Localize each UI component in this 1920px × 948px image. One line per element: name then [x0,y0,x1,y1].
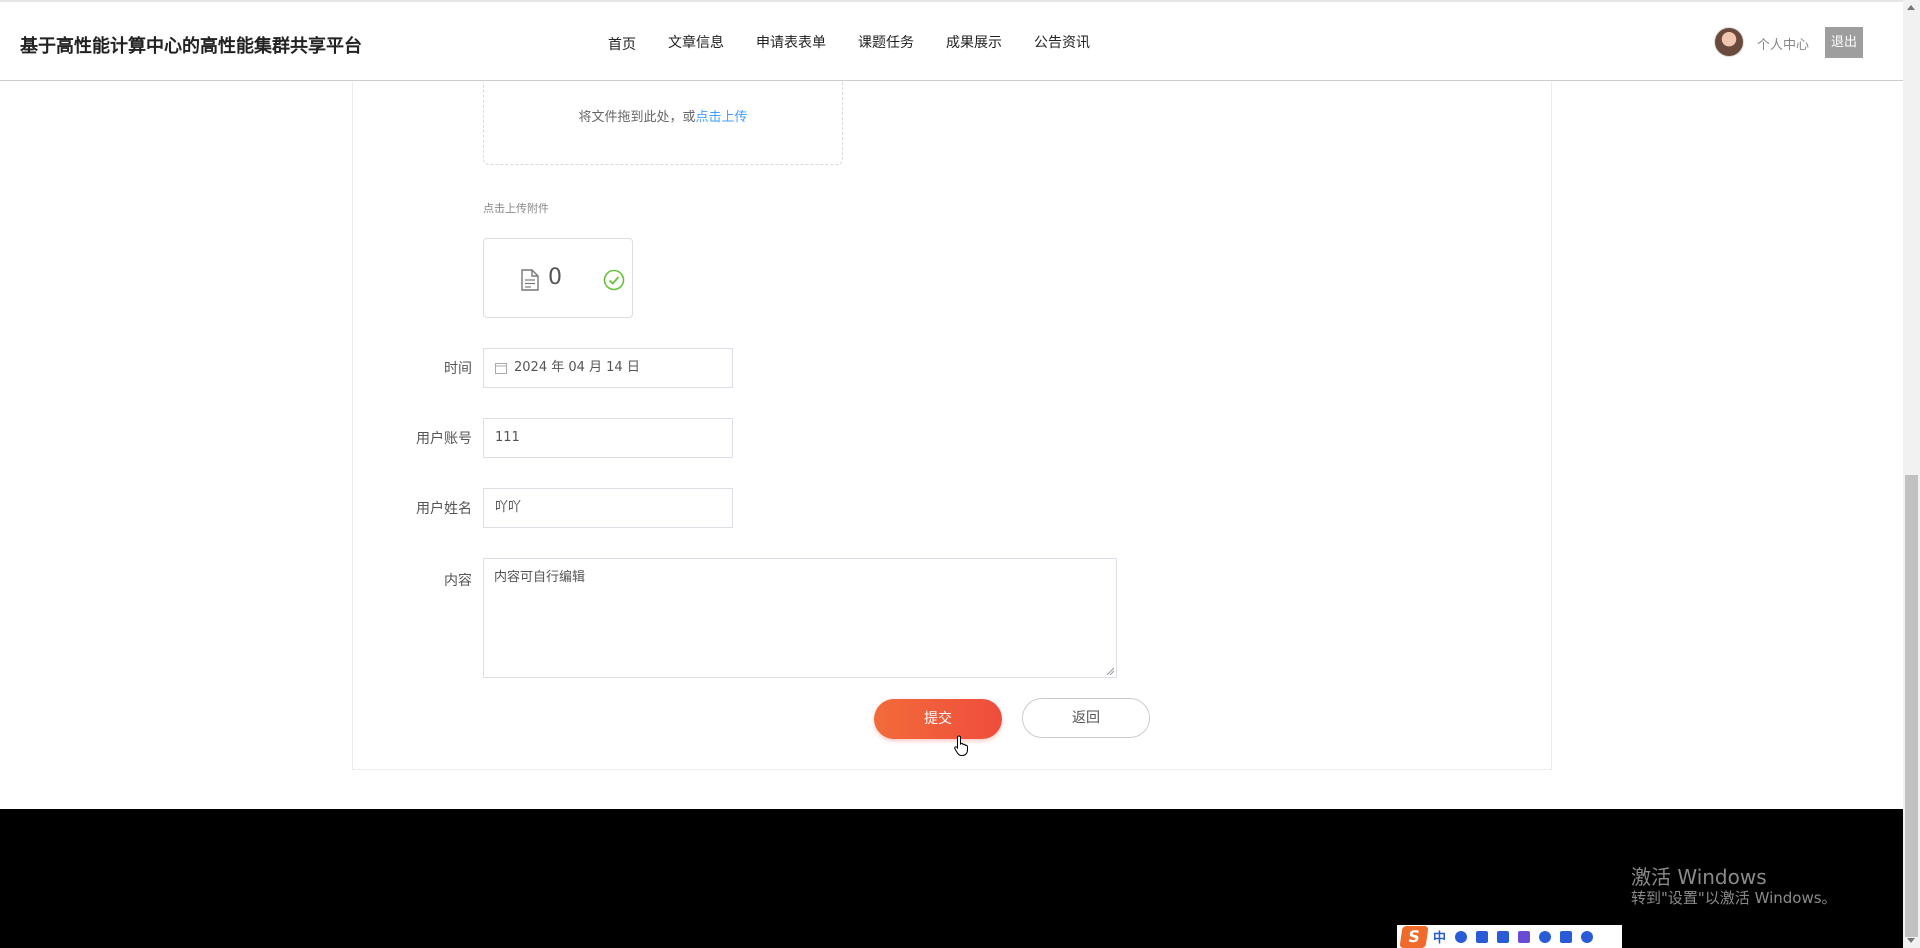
ime-microphone-icon[interactable] [1476,930,1489,943]
pointer-cursor-icon [954,735,968,756]
dropzone-upload-link[interactable]: 点击上传 [696,110,748,125]
user-avatar[interactable] [1714,27,1744,57]
back-button[interactable]: 返回 [1022,698,1150,738]
main-nav: 首页 文章信息 申请表表单 课题任务 成果展示 公告资讯 [608,32,1122,54]
top-header: 基于高性能计算中心的高性能集群共享平台 首页 文章信息 申请表表单 课题任务 成… [0,0,1903,81]
name-label: 用户姓名 [416,501,472,517]
nav-item-announcements[interactable]: 公告资讯 [1034,32,1090,54]
activation-watermark-title: 激活 Windows [1631,865,1767,889]
activation-watermark-subtitle: 转到"设置"以激活 Windows。 [1631,889,1837,907]
page-scrollbar[interactable] [1903,0,1920,948]
content-value: 内容可自行编辑 [494,570,586,585]
name-input[interactable]: 吖吖 [483,488,733,528]
account-input[interactable]: 111 [483,418,733,458]
account-label: 用户账号 [416,431,472,447]
ime-logo-icon[interactable]: S [1399,925,1429,948]
attachment-count: 0 [548,265,562,290]
resize-grip-icon[interactable] [1106,667,1114,675]
nav-item-application-form[interactable]: 申请表表单 [756,32,826,54]
content-label: 内容 [444,573,472,589]
attachment-card[interactable]: 0 [483,238,633,318]
time-date-picker[interactable]: 2024 年 04 月 14 日 [483,348,733,388]
ime-mode-toggle[interactable]: 中 [1433,927,1446,946]
content-textarea[interactable]: 内容可自行编辑 [483,558,1117,678]
time-value: 2024 年 04 月 14 日 [514,360,640,375]
nav-item-articles[interactable]: 文章信息 [668,32,724,54]
dropzone-instruction: 将文件拖到此处，或 [578,110,696,125]
nav-item-tasks[interactable]: 课题任务 [858,32,914,54]
dropzone-text: 将文件拖到此处，或点击上传 [484,106,842,125]
time-label: 时间 [444,361,472,377]
ime-apps-icon[interactable] [1560,930,1573,943]
scroll-thumb[interactable] [1905,475,1918,937]
submit-button[interactable]: 提交 [874,699,1002,739]
check-circle-icon [603,269,625,291]
upload-hint: 点击上传附件 [483,202,549,215]
ime-punctuation-icon[interactable] [1455,930,1468,943]
scroll-down-arrow-icon[interactable] [1907,938,1915,943]
calendar-icon [495,363,507,374]
scroll-up-arrow-icon[interactable] [1907,5,1915,10]
file-icon [521,269,539,291]
personal-center-link[interactable]: 个人中心 [1757,34,1809,53]
nav-item-achievements[interactable]: 成果展示 [946,32,1002,54]
ime-keyboard-icon[interactable] [1497,930,1510,943]
ime-settings-icon[interactable] [1581,930,1594,943]
site-title[interactable]: 基于高性能计算中心的高性能集群共享平台 [20,32,362,58]
nav-item-home[interactable]: 首页 [608,34,636,54]
upload-dropzone[interactable]: 将文件拖到此处，或点击上传 [483,82,843,165]
ime-skin-icon[interactable] [1518,930,1531,943]
logout-button[interactable]: 退出 [1825,27,1863,58]
ime-toolbar: S 中 [1397,925,1622,948]
ime-assistant-icon[interactable] [1539,930,1552,943]
